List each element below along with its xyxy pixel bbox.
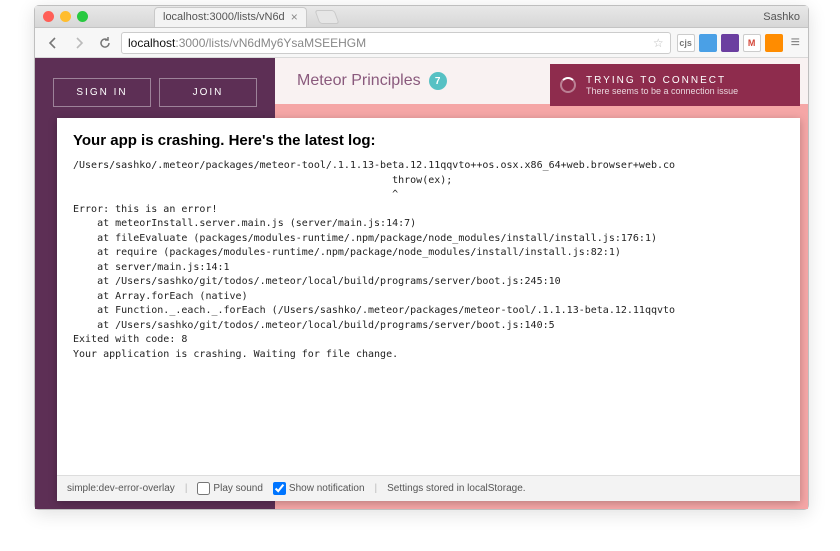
extension-purple-icon[interactable] — [721, 34, 739, 52]
connection-subtitle: There seems to be a connection issue — [586, 86, 738, 96]
reload-button[interactable] — [95, 33, 115, 53]
sign-in-button[interactable]: SIGN IN — [53, 78, 151, 107]
show-notification-checkbox[interactable] — [273, 482, 286, 495]
extension-gmail-icon[interactable]: M — [743, 34, 761, 52]
connection-banner: TRYING TO CONNECT There seems to be a co… — [550, 64, 800, 106]
titlebar: localhost:3000/lists/vN6d × Sashko — [35, 6, 808, 28]
show-notification-toggle[interactable]: Show notification — [273, 482, 365, 495]
error-package-name: simple:dev-error-overlay — [67, 483, 175, 494]
spinner-icon — [560, 77, 576, 93]
app-viewport: SIGN IN JOIN + Meteor Principles 7 TRYIN… — [35, 58, 808, 509]
tab-title: localhost:3000/lists/vN6d — [163, 11, 285, 23]
error-log: /Users/sashko/.meteor/packages/meteor-to… — [57, 159, 800, 475]
window-controls — [43, 11, 88, 22]
join-button[interactable]: JOIN — [159, 78, 257, 107]
url-bar[interactable]: localhost :3000/lists/vN6dMy6YsaMSEEHGM … — [121, 32, 671, 54]
browser-tab[interactable]: localhost:3000/lists/vN6d × — [154, 7, 307, 27]
close-window-button[interactable] — [43, 11, 54, 22]
minimize-window-button[interactable] — [60, 11, 71, 22]
profile-name[interactable]: Sashko — [763, 11, 800, 23]
browser-toolbar: localhost :3000/lists/vN6dMy6YsaMSEEHGM … — [35, 28, 808, 58]
extension-icons: cjs M — [677, 34, 783, 52]
play-sound-toggle[interactable]: Play sound — [197, 482, 262, 495]
connection-title: TRYING TO CONNECT — [586, 75, 738, 86]
settings-note: Settings stored in localStorage. — [387, 483, 525, 494]
error-overlay: Your app is crashing. Here's the latest … — [57, 118, 800, 501]
zoom-window-button[interactable] — [77, 11, 88, 22]
forward-button[interactable] — [69, 33, 89, 53]
browser-menu-icon[interactable]: ≡ — [791, 34, 800, 52]
error-heading: Your app is crashing. Here's the latest … — [57, 118, 800, 159]
extension-cjs-icon[interactable]: cjs — [677, 34, 695, 52]
browser-window: localhost:3000/lists/vN6d × Sashko local… — [34, 5, 809, 510]
list-title: Meteor Principles — [297, 72, 421, 90]
new-tab-button[interactable] — [314, 10, 339, 24]
divider: | — [185, 483, 188, 494]
extension-blue-icon[interactable] — [699, 34, 717, 52]
divider: | — [375, 483, 378, 494]
close-tab-icon[interactable]: × — [291, 10, 298, 24]
url-domain: localhost — [128, 36, 175, 50]
error-footer: simple:dev-error-overlay | Play sound Sh… — [57, 475, 800, 501]
play-sound-checkbox[interactable] — [197, 482, 210, 495]
list-count-badge: 7 — [429, 72, 447, 90]
url-path: :3000/lists/vN6dMy6YsaMSEEHGM — [175, 36, 366, 50]
bookmark-star-icon[interactable]: ☆ — [653, 36, 664, 50]
back-button[interactable] — [43, 33, 63, 53]
extension-orange-icon[interactable] — [765, 34, 783, 52]
